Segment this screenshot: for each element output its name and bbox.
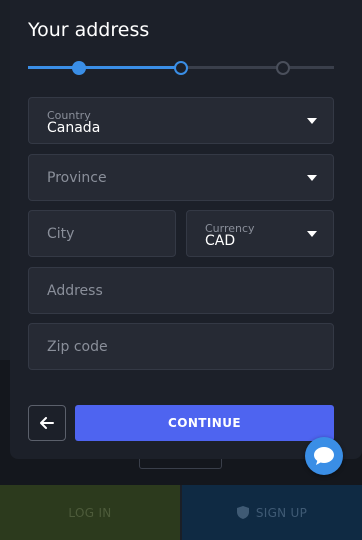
- country-value: Canada: [47, 120, 101, 136]
- city-field[interactable]: City: [28, 210, 176, 257]
- zip-code-placeholder: Zip code: [47, 338, 108, 355]
- signup-label: SIGN UP: [255, 505, 308, 520]
- signup-button[interactable]: SIGN UP: [180, 485, 362, 540]
- chevron-down-icon: [307, 230, 317, 237]
- address-field[interactable]: Address: [28, 267, 334, 314]
- zip-code-field[interactable]: Zip code: [28, 323, 334, 370]
- login-label: LOG IN: [68, 505, 112, 520]
- address-placeholder: Address: [47, 282, 103, 299]
- chat-button[interactable]: [305, 437, 343, 475]
- province-placeholder: Province: [47, 169, 107, 186]
- currency-select[interactable]: Currency CAD: [186, 210, 334, 257]
- city-placeholder: City: [47, 225, 75, 242]
- continue-label: CONTINUE: [168, 416, 241, 430]
- step-3-dot: [276, 61, 290, 75]
- arrow-left-icon: [40, 417, 54, 429]
- country-select[interactable]: Country Canada: [28, 97, 334, 144]
- currency-value: CAD: [205, 233, 236, 249]
- step-progress: [28, 60, 334, 76]
- step-1-dot: [72, 61, 86, 75]
- step-2-dot: [174, 61, 188, 75]
- chat-bubble-icon: [314, 447, 334, 465]
- back-button[interactable]: [28, 405, 66, 441]
- chevron-down-icon: [307, 174, 317, 181]
- shield-icon: [236, 506, 249, 519]
- continue-button[interactable]: CONTINUE: [75, 405, 334, 441]
- login-button[interactable]: LOG IN: [0, 485, 180, 540]
- progress-fill: [28, 66, 181, 69]
- chevron-down-icon: [307, 117, 317, 124]
- address-modal: Your address Country Canada Province Cit…: [10, 0, 362, 459]
- page-title: Your address: [28, 19, 150, 41]
- province-select[interactable]: Province: [28, 154, 334, 201]
- bottom-bar: LOG IN SIGN UP: [0, 485, 362, 540]
